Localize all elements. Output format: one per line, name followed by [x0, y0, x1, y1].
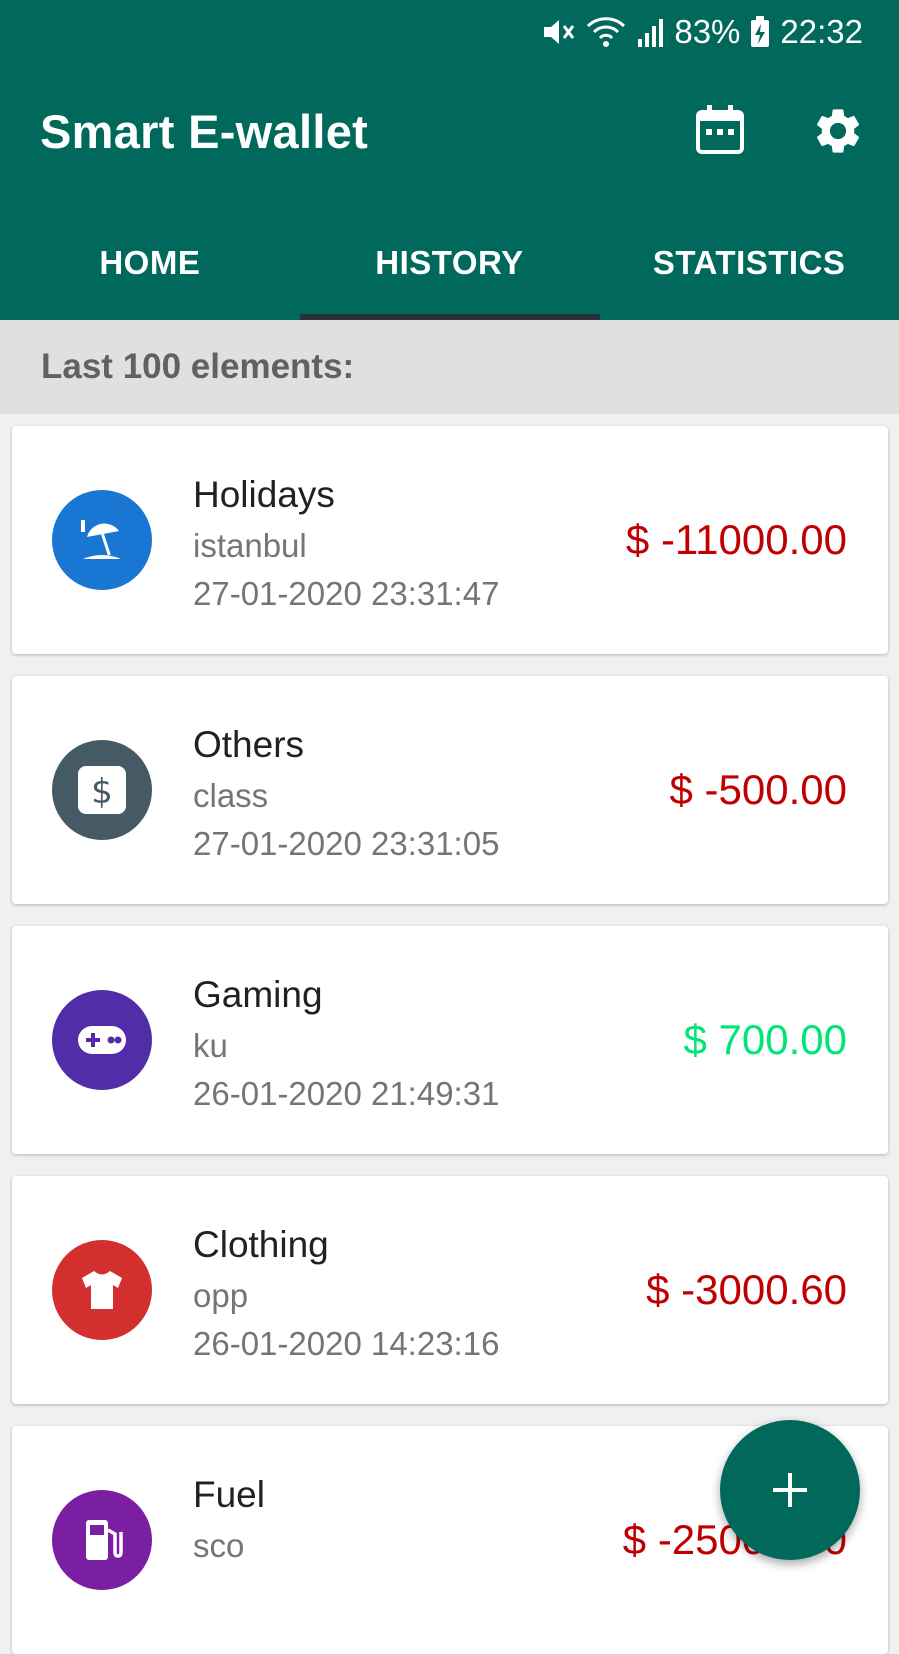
category-name: Holidays — [193, 474, 335, 515]
transaction-card[interactable]: Clothing opp 26-01-2020 14:23:16 $ -3000… — [12, 1176, 888, 1404]
beach-umbrella-icon — [81, 520, 121, 559]
battery-charging-icon — [750, 16, 770, 48]
app-bar: 83% 22:32 Smart E-wallet HOME HISTORY ST… — [0, 0, 899, 320]
transaction-date: 26-01-2020 14:23:16 — [193, 1325, 500, 1362]
gamepad-icon — [78, 1026, 126, 1054]
category-name: Others — [193, 724, 305, 765]
tab-bar: HOME HISTORY STATISTICS — [0, 226, 899, 320]
app-title: Smart E-wallet — [40, 105, 369, 158]
transaction-card[interactable]: Holidays istanbul 27-01-2020 23:31:47 $ … — [12, 426, 888, 654]
transaction-amount: $ 700.00 — [683, 1016, 848, 1063]
transaction-amount: $ -11000.00 — [625, 516, 847, 563]
category-badge — [52, 1240, 152, 1340]
mute-icon — [542, 17, 576, 47]
transaction-amount: $ -3000.60 — [646, 1266, 847, 1313]
category-badge — [52, 1490, 152, 1590]
category-badge — [52, 990, 152, 1090]
tab-history[interactable]: HISTORY — [300, 226, 600, 320]
gear-icon — [816, 109, 860, 153]
section-header-label: Last 100 elements: — [41, 347, 355, 386]
tshirt-icon — [82, 1271, 122, 1309]
transaction-card[interactable]: $ Others class 27-01-2020 23:31:05 $ -50… — [12, 676, 888, 904]
signal-icon — [636, 17, 664, 47]
calendar-icon — [696, 105, 744, 154]
transaction-note: sco — [193, 1527, 245, 1564]
battery-percent: 83% — [674, 13, 741, 50]
category-name: Fuel — [193, 1474, 265, 1515]
plus-icon — [773, 1473, 807, 1507]
category-name: Gaming — [193, 974, 323, 1015]
clock: 22:32 — [780, 13, 863, 50]
transaction-date: 26-01-2020 21:49:31 — [193, 1075, 500, 1112]
tab-home[interactable]: HOME — [0, 226, 300, 320]
tab-home-label: HOME — [99, 244, 201, 281]
dollar-icon: $ — [78, 766, 126, 814]
transaction-card[interactable]: Gaming ku 26-01-2020 21:49:31 $ 700.00 — [12, 926, 888, 1154]
tab-statistics[interactable]: STATISTICS — [599, 226, 899, 320]
transaction-note: istanbul — [193, 527, 307, 564]
transaction-amount: $ -500.00 — [669, 766, 847, 813]
tab-history-label: HISTORY — [375, 244, 524, 281]
wifi-icon — [586, 16, 626, 48]
add-transaction-button[interactable] — [720, 1420, 860, 1560]
tab-statistics-label: STATISTICS — [652, 244, 846, 281]
transaction-note: class — [193, 777, 269, 814]
calendar-button[interactable] — [694, 104, 746, 156]
fuel-pump-icon — [86, 1520, 123, 1560]
section-header: Last 100 elements: — [0, 320, 899, 414]
category-badge: $ — [52, 740, 152, 840]
transaction-date: 27-01-2020 23:31:47 — [193, 575, 500, 612]
transaction-note: ku — [193, 1027, 228, 1064]
transaction-date: 27-01-2020 23:31:05 — [193, 825, 500, 862]
status-bar: 83% 22:32 — [0, 0, 899, 64]
settings-button[interactable] — [811, 104, 865, 158]
transaction-note: opp — [193, 1277, 249, 1314]
category-badge — [52, 490, 152, 590]
category-name: Clothing — [193, 1224, 329, 1265]
svg-text:$: $ — [91, 772, 113, 812]
